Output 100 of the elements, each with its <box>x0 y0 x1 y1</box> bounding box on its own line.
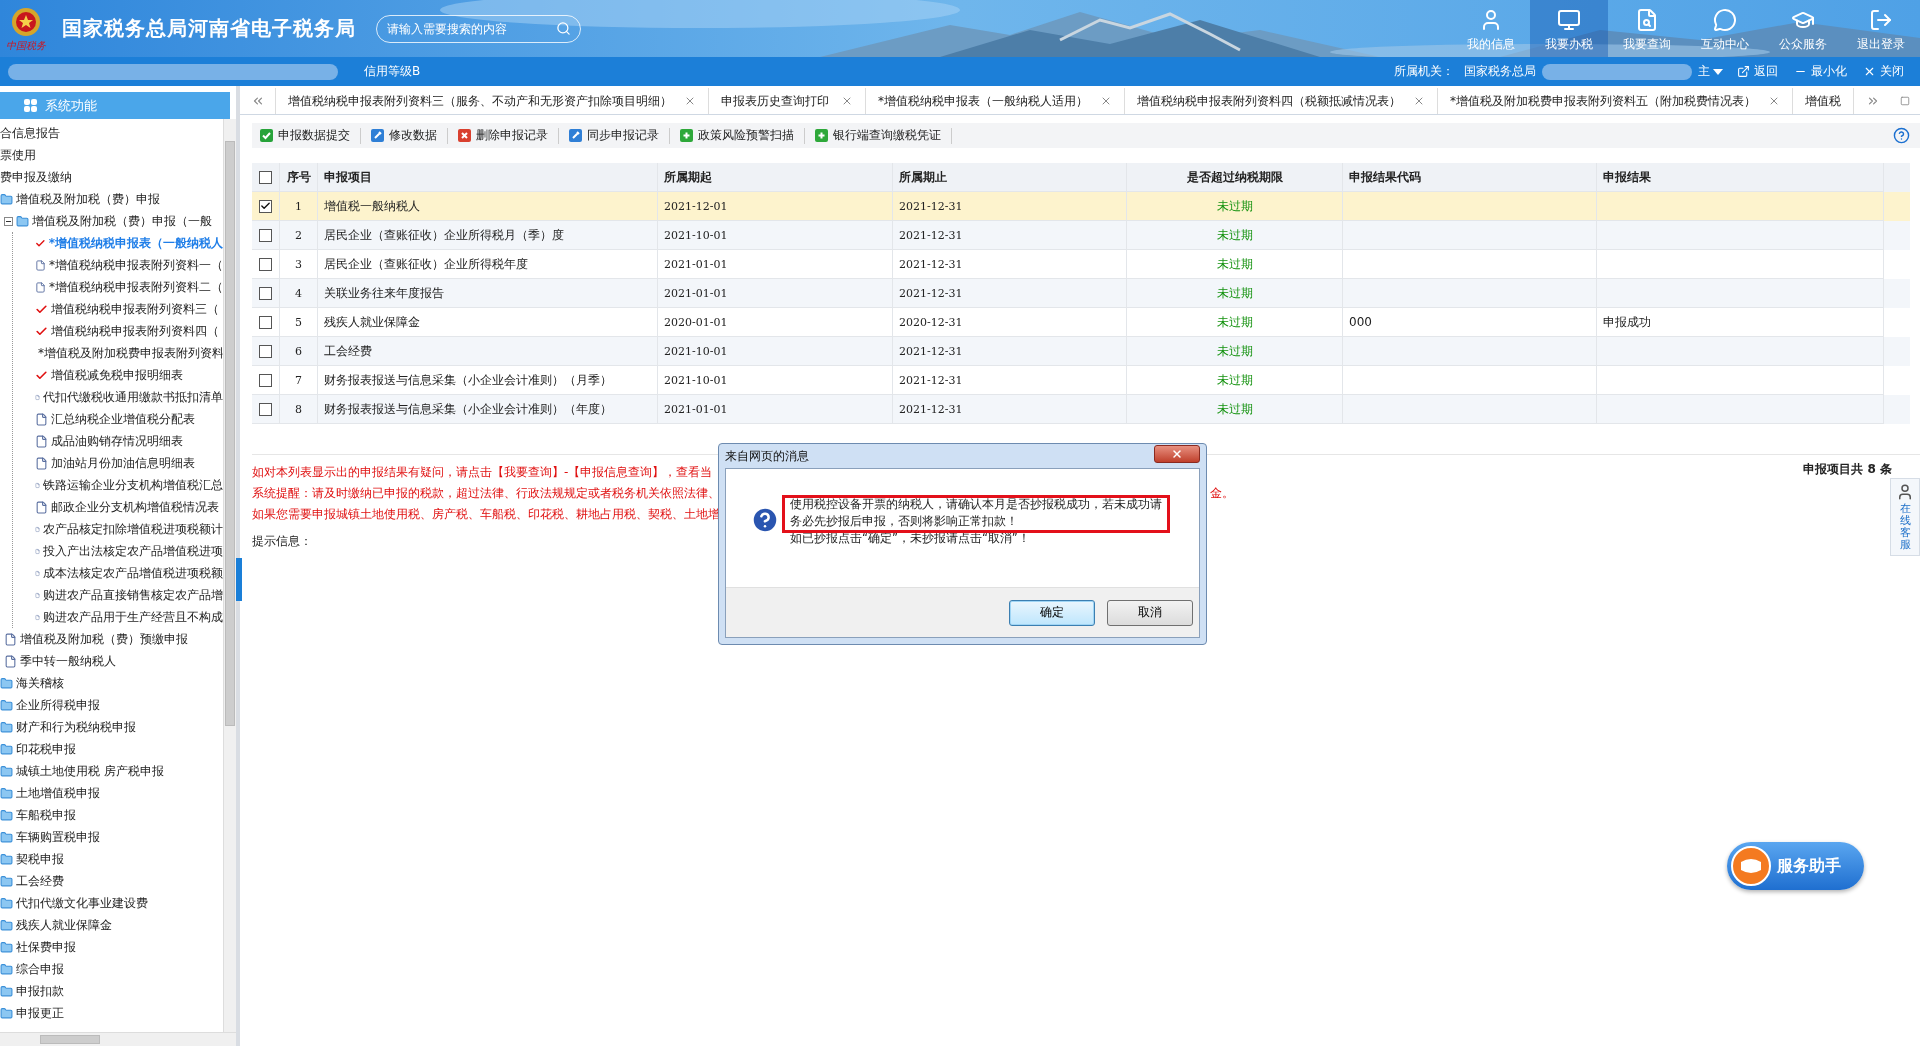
tree-item[interactable]: 铁路运输企业分支机构增值税汇总 <box>43 476 223 494</box>
scroll-right-icon[interactable] <box>1866 94 1880 108</box>
tree-item[interactable]: 契税申报 <box>16 850 64 868</box>
tree-item[interactable]: *增值税纳税申报表附列资料一（ <box>49 256 223 274</box>
tree-item[interactable]: *增值税纳税申报表（一般纳税人 <box>48 234 223 252</box>
close-icon[interactable] <box>841 95 853 107</box>
maximize-icon[interactable] <box>1900 96 1910 106</box>
row-checkbox[interactable] <box>259 344 272 358</box>
monitor-icon <box>1557 8 1581 32</box>
tree-item[interactable]: 农产品核定扣除增值税进项税额计 <box>43 520 223 538</box>
tree-item[interactable]: 申报更正 <box>16 1004 64 1022</box>
dialog-button[interactable]: 取消 <box>1107 599 1193 626</box>
row-checkbox[interactable] <box>259 402 272 416</box>
folder-icon <box>0 1006 13 1020</box>
table-row[interactable]: 1 增值税一般纳税人 2021-12-01 2021-12-31 未过期 <box>252 192 1910 221</box>
tree-item[interactable]: *增值税及附加税费申报表附列资料 <box>38 344 223 362</box>
row-checkbox[interactable] <box>259 286 272 300</box>
tree-item[interactable]: 成品油购销存情况明细表 <box>51 432 183 450</box>
row-checkbox[interactable] <box>259 373 272 387</box>
select-all-checkbox[interactable] <box>259 170 272 184</box>
tree-item[interactable]: 申报扣款 <box>16 982 64 1000</box>
pencil-icon <box>371 129 384 142</box>
tree-item[interactable]: 土地增值税申报 <box>16 784 100 802</box>
close-icon[interactable] <box>1100 95 1112 107</box>
toolbar-button[interactable]: 同步申报记录 <box>569 127 670 144</box>
search-icon[interactable] <box>556 20 571 36</box>
tree-item[interactable]: 购进农产品用于生产经营且不构成 <box>43 608 223 626</box>
close-icon <box>1863 65 1876 78</box>
tree-item[interactable]: 代扣代缴文化事业建设费 <box>16 894 148 912</box>
row-checkbox[interactable] <box>259 315 272 329</box>
tree-item[interactable]: 车船税申报 <box>16 806 76 824</box>
table-row[interactable]: 2 居民企业（查账征收）企业所得税月（季）度 2021-10-01 2021-12-31 未过期 <box>252 221 1910 250</box>
tree-item[interactable]: 合信息报告 <box>0 124 60 142</box>
tree-item[interactable]: 加油站月份加油信息明细表 <box>51 454 195 472</box>
tree-item[interactable]: 购进农产品直接销售核定农产品增 <box>43 586 223 604</box>
tree-item[interactable]: 增值税及附加税（费）申报（一般 <box>32 212 212 230</box>
scrollbar[interactable] <box>0 1032 236 1046</box>
document-icon <box>35 434 48 448</box>
window-action[interactable]: 最小化 <box>1794 63 1847 80</box>
tree-item[interactable]: 残疾人就业保障金 <box>16 916 112 934</box>
table-row[interactable]: 6 工会经费 2021-10-01 2021-12-31 未过期 <box>252 337 1910 366</box>
close-icon[interactable] <box>684 95 696 107</box>
credit-level: 信用等级B <box>364 63 421 80</box>
org-name: 国家税务总局 <box>1464 63 1536 80</box>
close-icon[interactable] <box>1413 95 1425 107</box>
toolbar-button[interactable]: 申报数据提交 <box>260 127 361 144</box>
tree-item[interactable]: 综合申报 <box>16 960 64 978</box>
row-checkbox[interactable] <box>259 199 272 213</box>
tree-item[interactable]: 增值税纳税申报表附列资料三（ <box>51 300 219 318</box>
tree-item[interactable]: 财产和行为税纳税申报 <box>16 718 136 736</box>
assistant-button[interactable]: 服务助手 <box>1727 842 1864 890</box>
row-checkbox[interactable] <box>259 257 272 271</box>
tree-item[interactable]: 车辆购置税申报 <box>16 828 100 846</box>
tree-item[interactable]: 代扣代缴税收通用缴款书抵扣清单 <box>43 388 223 406</box>
window-action[interactable]: 关闭 <box>1863 63 1904 80</box>
tree-item[interactable]: 成本法核定农产品增值税进项税额 <box>43 564 223 582</box>
tree-item[interactable]: 投入产出法核定农产品增值税进项 <box>43 542 223 560</box>
tree-item[interactable]: 企业所得税申报 <box>16 696 100 714</box>
table-row[interactable]: 4 关联业务往来年度报告 2021-01-01 2021-12-31 未过期 <box>252 279 1910 308</box>
tree-item[interactable]: 汇总纳税企业增值税分配表 <box>51 410 195 428</box>
folder-icon <box>16 214 29 228</box>
collapse-toggle[interactable] <box>4 216 13 226</box>
tree-item[interactable]: 增值税及附加税（费）申报 <box>16 190 160 208</box>
tree-item[interactable]: 增值税纳税申报表附列资料四（ <box>51 322 219 340</box>
record-count: 申报项目共 8 条 <box>1803 461 1892 478</box>
tree-item[interactable]: 季中转一般纳税人 <box>20 652 116 670</box>
tree-item[interactable]: 增值税减免税申报明细表 <box>51 366 183 384</box>
tree-item[interactable]: 工会经费 <box>16 872 64 890</box>
tree-item[interactable]: *增值税纳税申报表附列资料二（ <box>49 278 223 296</box>
toolbar-button[interactable]: 银行端查询缴税凭证 <box>815 127 952 144</box>
tree-item[interactable]: 城镇土地使用税 房产税申报 <box>16 762 164 780</box>
window-action[interactable]: 返回 <box>1737 63 1778 80</box>
tree-item[interactable]: 海关稽核 <box>16 674 64 692</box>
check-icon <box>35 302 48 316</box>
notice-text: 系统提醒：请及时缴纳已申报的税款，超过法律、行政法规规定或者税务机关依照法律、 <box>252 485 720 502</box>
scrollbar[interactable] <box>223 119 236 1032</box>
close-icon[interactable] <box>1768 95 1780 107</box>
table-row[interactable]: 8 财务报表报送与信息采集（小企业会计准则）（年度） 2021-01-01 2021-12-31 未过期 <box>252 395 1910 424</box>
row-checkbox[interactable] <box>259 228 272 242</box>
close-button[interactable] <box>1154 445 1200 463</box>
splitter-handle[interactable] <box>236 558 242 601</box>
delete-icon <box>458 129 471 142</box>
toolbar-button[interactable]: 修改数据 <box>371 127 448 144</box>
tree-item[interactable]: 印花税申报 <box>16 740 76 758</box>
search-field[interactable]: 请输入需要搜索的内容 <box>376 14 581 43</box>
toolbar-button[interactable]: 政策风险预警扫描 <box>680 127 805 144</box>
tree-item[interactable]: 增值税及附加税（费）预缴申报 <box>20 630 188 648</box>
nav-item[interactable]: 我要办税 <box>1530 0 1608 57</box>
tree-item[interactable]: 费申报及缴纳 <box>0 168 72 186</box>
caret-icon[interactable] <box>1713 68 1723 75</box>
tree-item[interactable]: 票使用 <box>0 146 36 164</box>
folder-icon <box>0 830 13 844</box>
toolbar-button[interactable]: 删除申报记录 <box>458 127 559 144</box>
help-icon[interactable] <box>1893 127 1910 144</box>
tree-item[interactable]: 社保费申报 <box>16 938 76 956</box>
chat-bubble-icon <box>1713 8 1737 32</box>
tree-item[interactable]: 邮政企业分支机构增值税情况表 <box>51 498 219 516</box>
logo-caption: 中国税务 <box>6 40 46 51</box>
dialog-button[interactable]: 确定 <box>1009 599 1095 626</box>
online-service-tab[interactable]: 在线客服 <box>1890 478 1920 557</box>
